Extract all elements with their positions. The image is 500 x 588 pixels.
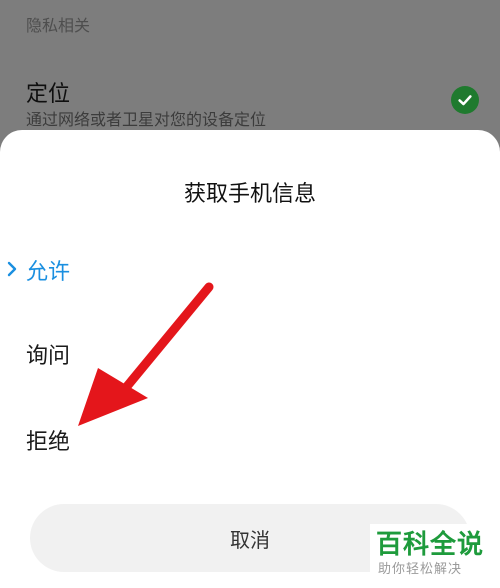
chevron-right-icon (7, 261, 17, 277)
watermark-brand: 百科全说 (376, 530, 485, 560)
option-allow[interactable]: 允许 (0, 242, 500, 296)
setting-title: 定位 (26, 82, 71, 107)
check-mark-icon (458, 95, 472, 106)
option-label: 允许 (26, 260, 71, 285)
watermark: 百科全说 助你轻松解决 (370, 524, 488, 582)
option-deny[interactable]: 拒绝 (0, 412, 500, 466)
option-ask[interactable]: 询问 (0, 326, 500, 380)
watermark-tagline: 助你轻松解决 (378, 562, 463, 577)
location-setting-row[interactable]: 定位 通过网络或者卫星对您的设备定位 (0, 70, 500, 132)
check-circle-icon[interactable] (451, 86, 479, 114)
permission-bottom-sheet: 获取手机信息 允许 询问 拒绝 取消 (0, 130, 500, 588)
option-label: 拒绝 (26, 430, 71, 455)
section-title: 隐私相关 (26, 16, 91, 35)
setting-description: 通过网络或者卫星对您的设备定位 (26, 110, 267, 129)
sheet-title: 获取手机信息 (183, 182, 316, 207)
option-label: 询问 (26, 344, 71, 369)
